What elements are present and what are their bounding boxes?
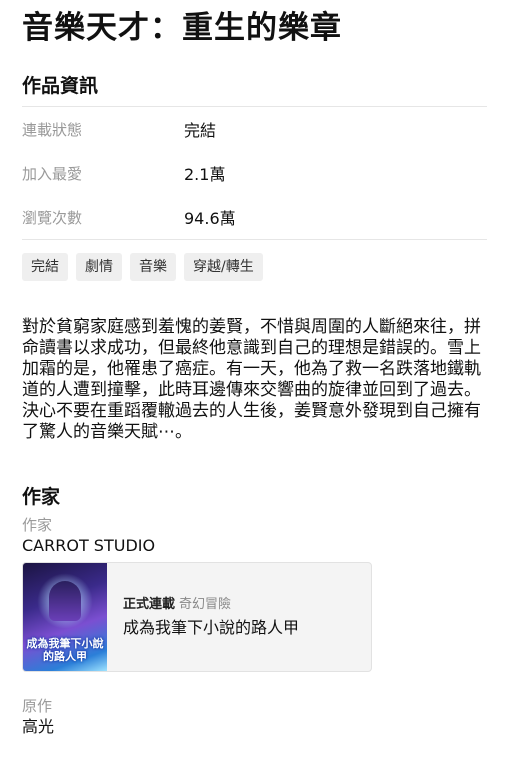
page-title: 音樂天才：重生的樂章 (22, 10, 342, 46)
info-value: 完結 (184, 121, 217, 140)
info-value: 94.6萬 (184, 209, 236, 228)
related-work-status: 正式連載 (123, 596, 176, 612)
synopsis: 對於貧窮家庭感到羞愧的姜賢，不惜與周圍的人斷絕來往，拼命讀書以求成功，但最終他意… (22, 317, 481, 442)
original-author-name[interactable]: 高光 (22, 716, 487, 738)
info-row-status: 連載狀態 完結 (22, 107, 487, 151)
cover-figure (49, 581, 81, 621)
related-work-info: 正式連載 奇幻冒險 成為我筆下小說的路人甲 (107, 563, 299, 671)
info-section-heading: 作品資訊 (22, 75, 99, 97)
original-label: 原作 (22, 697, 53, 715)
info-label: 連載狀態 (22, 120, 83, 139)
info-label: 瀏覽次數 (22, 208, 83, 227)
related-work-title[interactable]: 成為我筆下小說的路人甲 (123, 617, 299, 639)
author-name[interactable]: CARROT STUDIO (22, 535, 487, 557)
info-value: 2.1萬 (184, 165, 226, 184)
tag-list: 完結 劇情 音樂 穿越/轉生 (22, 253, 487, 281)
info-row-favorites: 加入最愛 2.1萬 (22, 151, 487, 195)
related-work-cover[interactable]: 成為我筆下小說的路人甲 (23, 563, 107, 671)
tag-drama[interactable]: 劇情 (76, 253, 122, 281)
cover-title-text: 成為我筆下小說的路人甲 (26, 637, 104, 663)
related-work-meta: 正式連載 奇幻冒險 (123, 596, 299, 614)
info-row-views: 瀏覽次數 94.6萬 (22, 195, 487, 239)
author-section-heading: 作家 (22, 486, 61, 508)
tag-isekai[interactable]: 穿越/轉生 (184, 253, 263, 281)
info-label: 加入最愛 (22, 164, 83, 183)
tag-music[interactable]: 音樂 (130, 253, 176, 281)
info-table: 連載狀態 完結 加入最愛 2.1萬 瀏覽次數 94.6萬 (22, 107, 487, 239)
work-detail-page: 音樂天才：重生的樂章 作品資訊 連載狀態 完結 加入最愛 2.1萬 瀏覽次數 9… (0, 8, 509, 738)
related-work-card[interactable]: 成為我筆下小說的路人甲 正式連載 奇幻冒險 成為我筆下小說的路人甲 (22, 562, 372, 672)
related-work-genre: 奇幻冒險 (179, 596, 232, 612)
divider (22, 239, 487, 240)
author-label: 作家 (22, 516, 53, 534)
tag-completed[interactable]: 完結 (22, 253, 68, 281)
